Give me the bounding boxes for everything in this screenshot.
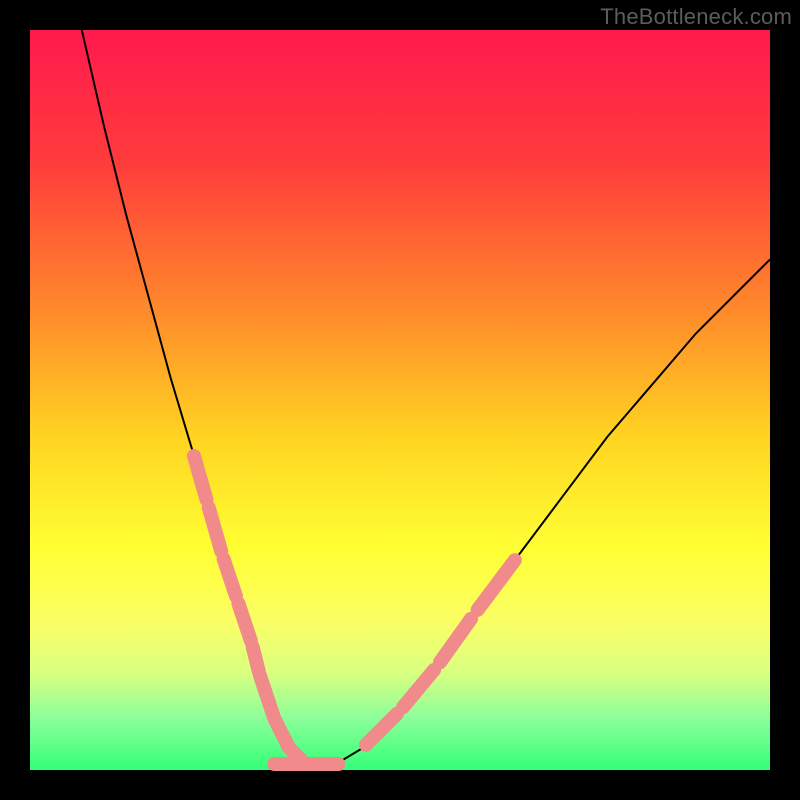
marker-dash <box>253 647 259 672</box>
bottleneck-curve-chart <box>0 0 800 800</box>
chart-frame: TheBottleneck.com <box>0 0 800 800</box>
plot-area <box>30 30 770 770</box>
watermark: TheBottleneck.com <box>600 4 792 30</box>
